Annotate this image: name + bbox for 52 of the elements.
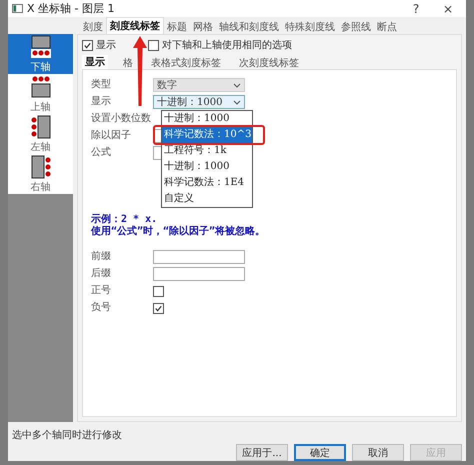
option-checkbox[interactable]: 对下轴和上轴使用相同的选项 <box>148 38 292 52</box>
dialog-button[interactable]: 取消 <box>352 444 404 461</box>
help-button[interactable]: ? <box>402 2 430 16</box>
status-text: 选中多个轴同时进行修改 <box>12 428 123 442</box>
checkmark-icon <box>83 40 92 50</box>
dropdown-option[interactable]: 自定义 <box>162 191 252 207</box>
dialog-button[interactable]: 应用于... <box>236 444 288 461</box>
tab[interactable]: 刻度线标签 <box>106 17 164 34</box>
axis-item[interactable]: 上轴 <box>8 74 73 114</box>
dropdown-option[interactable]: 十进制：1000 <box>162 159 252 175</box>
axis-item[interactable]: 右轴 <box>8 154 73 194</box>
dropdown[interactable]: 十进制：1000 <box>153 95 245 109</box>
tab[interactable]: 格 <box>120 56 136 69</box>
dialog-button[interactable]: 确定 <box>294 444 346 461</box>
field-label: 后缀 <box>91 267 112 281</box>
field-label: 设置小数位数 <box>91 112 152 126</box>
tab[interactable]: 表格式刻度标签 <box>148 56 224 69</box>
tab[interactable]: 断点 <box>374 19 400 34</box>
app-icon <box>12 4 23 13</box>
window-title: X 坐标轴 - 图层 1 <box>27 1 114 16</box>
input-field[interactable] <box>153 267 245 281</box>
field-label: 除以因子 <box>91 129 132 143</box>
tab[interactable]: 次刻度线标签 <box>236 56 302 69</box>
tab[interactable]: 刻度 <box>80 19 106 34</box>
tab[interactable]: 显示 <box>82 55 108 69</box>
tab[interactable]: 参照线 <box>338 19 374 34</box>
example-note: 示例：2 * x. <box>91 214 158 226</box>
dropdown-option[interactable]: 十进制：1000 <box>162 111 252 127</box>
tab[interactable]: 特殊刻度线 <box>282 19 338 34</box>
dropdown-option[interactable]: 工程符号：1k <box>162 143 252 159</box>
input-field[interactable] <box>153 250 245 264</box>
field-label: 类型 <box>91 78 112 92</box>
tab[interactable]: 标题 <box>164 19 190 34</box>
axis-item[interactable]: 左轴 <box>8 114 73 154</box>
field-label: 负号 <box>91 301 112 315</box>
dropdown-option[interactable]: 科学记数法：10^3 <box>162 127 252 143</box>
option-checkbox[interactable]: 显示 <box>82 38 116 52</box>
field-label: 正号 <box>91 284 112 298</box>
caret-icon <box>233 82 241 88</box>
field-label: 显示 <box>91 95 112 109</box>
checkbox[interactable] <box>153 286 164 296</box>
close-button[interactable]: × <box>434 2 462 16</box>
checkbox[interactable] <box>153 302 164 314</box>
checkmark-icon <box>154 304 163 312</box>
tab[interactable]: 网格 <box>190 19 216 34</box>
example-note: 使用“公式”时，“除以因子”将被忽略。 <box>91 226 266 238</box>
tab[interactable]: 轴线和刻度线 <box>216 19 282 34</box>
axis-item[interactable]: 下轴 <box>8 34 73 74</box>
field-label: 公式 <box>91 146 112 160</box>
dropdown-option[interactable]: 科学记数法：1E4 <box>162 175 252 191</box>
caret-icon <box>233 100 241 104</box>
field-label: 前缀 <box>91 250 112 264</box>
